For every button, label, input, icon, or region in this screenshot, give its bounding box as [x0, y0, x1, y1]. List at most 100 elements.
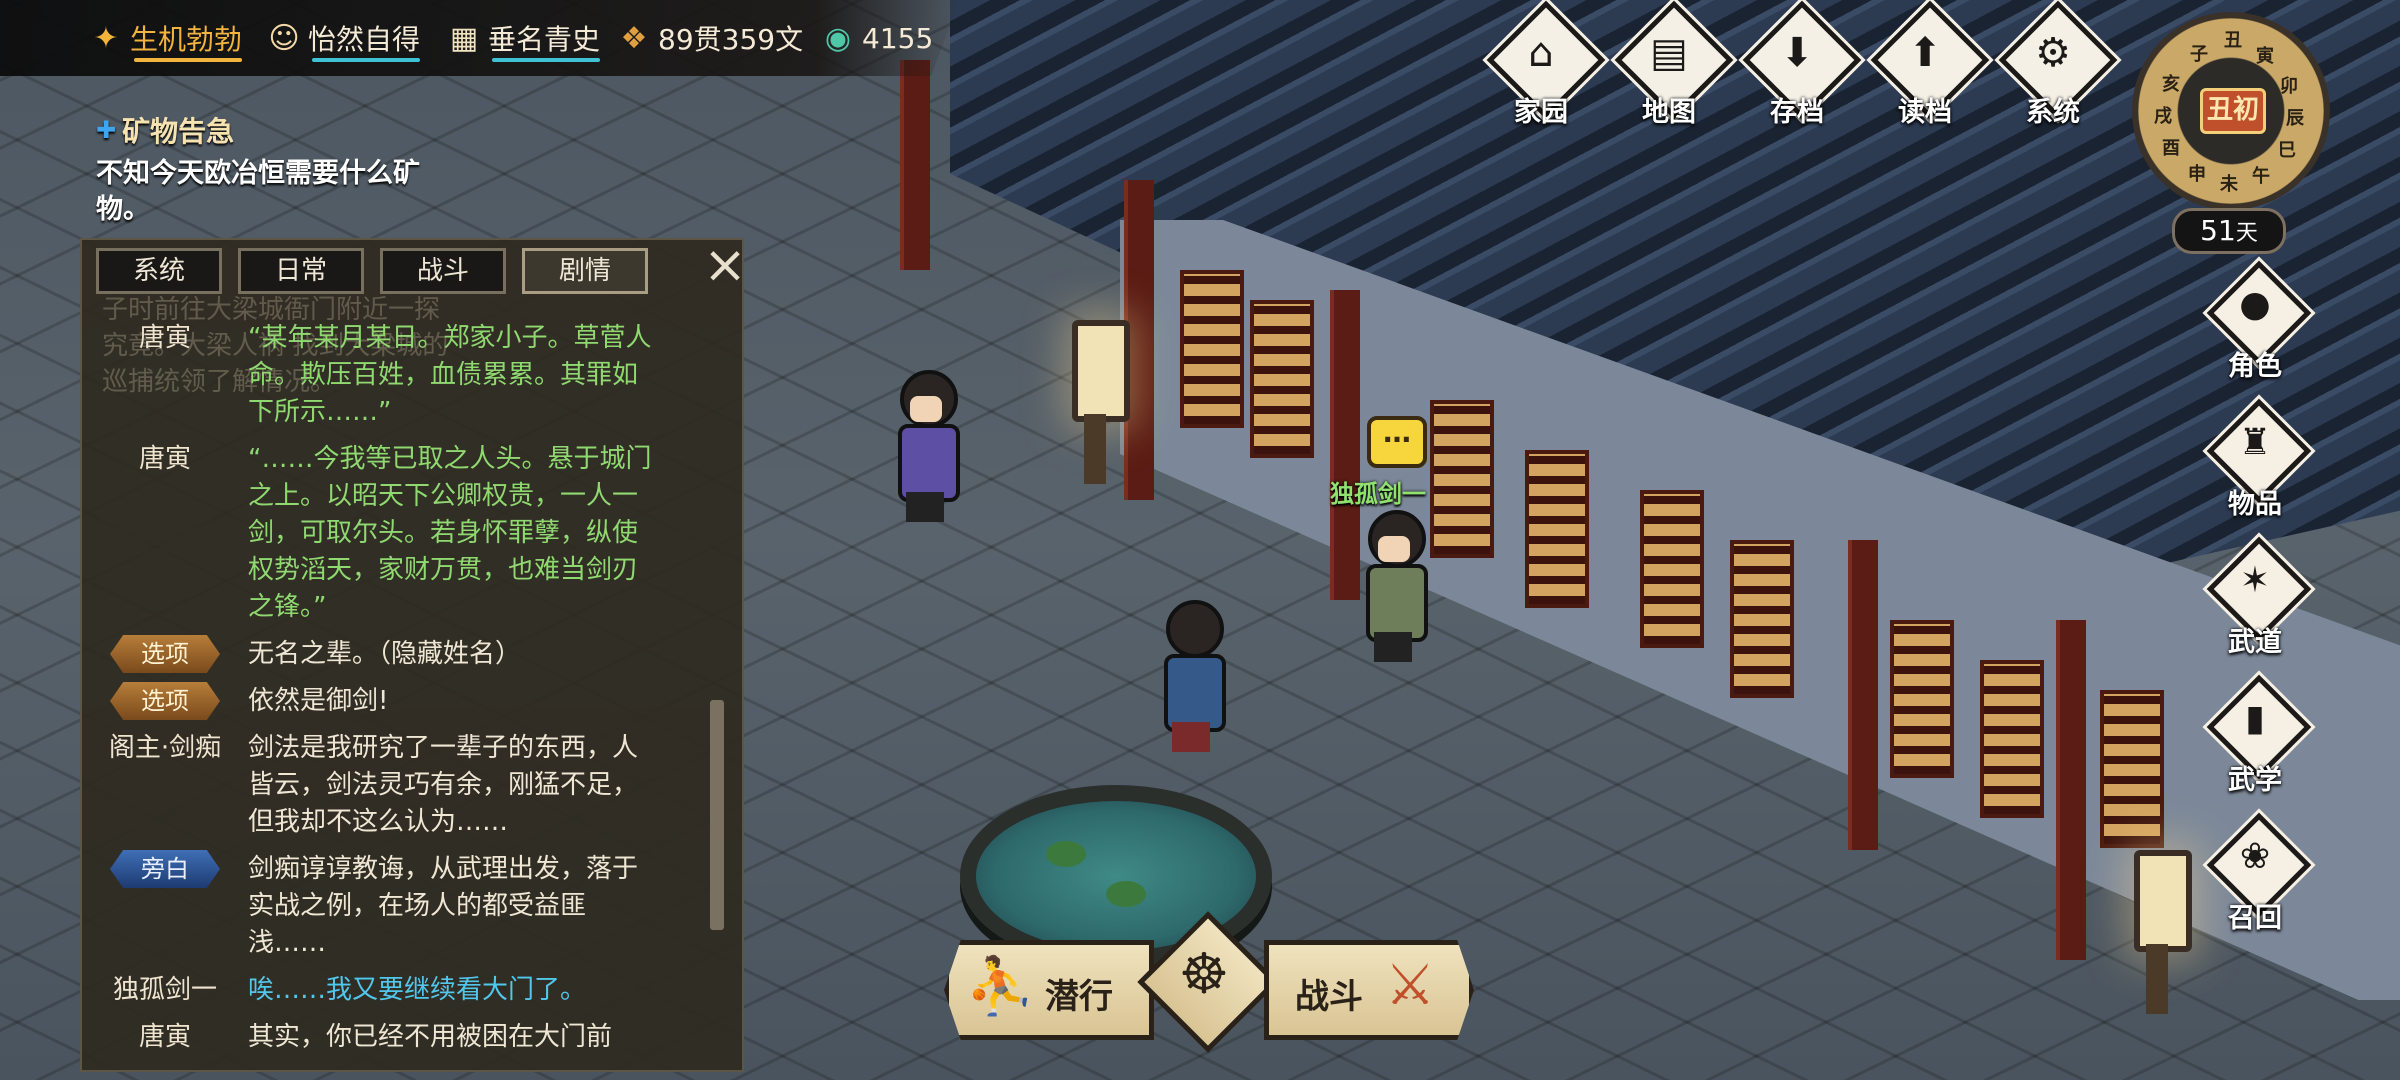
load-button[interactable]: ⬆ 读档 — [1870, 0, 1990, 128]
entry-text: “某年某月某日。郑家小子。草菅人命。欺压百姓，血债累累。其罪如下所示……” — [248, 323, 652, 427]
health-status[interactable]: ✦ 生机勃勃 — [86, 18, 242, 62]
quest-tracker[interactable]: ✚ 矿物告急 不知今天欧冶恒需要什么矿物。 — [96, 110, 426, 228]
tab-daily[interactable]: 日常 — [238, 248, 364, 294]
meditate-button[interactable]: ☸ — [1137, 911, 1279, 1053]
character-legs — [1172, 722, 1210, 752]
speaker-name: 唐寅 — [138, 323, 191, 353]
clock-tick: 戌 — [2154, 106, 2172, 127]
clock-tick: 丑 — [2224, 30, 2242, 51]
strength-icon: ✦ — [93, 20, 119, 56]
lily-pad — [1046, 841, 1086, 867]
log-entry: 独孤剑一 唉……我又要继续看大门了。 — [82, 972, 722, 1009]
quest-title: 矿物告急 — [122, 115, 235, 148]
entry-text: 无名之辈。（隐藏姓名） — [248, 639, 522, 669]
sneak-button[interactable]: ⛹ 潜行 — [944, 940, 1154, 1040]
mood-status[interactable]: ☺ 怡然自得 — [264, 18, 421, 62]
fame-status[interactable]: ▦ 垂名青史 — [444, 18, 600, 62]
character-body — [1366, 564, 1428, 642]
system-label: 系统 — [2026, 97, 2080, 128]
money-display: ❖ 89贯359文 — [614, 18, 804, 58]
message-log-panel[interactable]: 子时前往大梁城衙门附近一探究竟。大梁人祸 找到大梁城的巡捕统领了解情况。 系统 … — [80, 238, 747, 1072]
narration-badge: 旁白 — [110, 850, 220, 888]
home-label: 家园 — [1514, 97, 1568, 128]
pillar — [1330, 290, 1360, 600]
copper-coin-icon: ❖ — [620, 20, 648, 56]
log-entry: 阁主·剑痴 剑法是我研究了一辈子的东西，人皆云，剑法灵巧有余，刚猛不足，但我却不… — [82, 730, 722, 841]
speech-bubble-icon[interactable]: … — [1367, 416, 1427, 468]
log-entry-option: 选项 无名之辈。（隐藏姓名） — [82, 635, 722, 673]
entry-text: 依然是御剑! — [248, 686, 389, 716]
tab-combat[interactable]: 战斗 — [380, 248, 506, 294]
sneak-icon: ⛹ — [965, 954, 1035, 1019]
log-scrollbar[interactable] — [710, 700, 724, 930]
speaker-name: 独孤剑一 — [112, 975, 217, 1005]
option-badge: 选项 — [110, 635, 220, 673]
day-counter: 51天 — [2172, 208, 2286, 254]
constellation-icon: ✶ — [2239, 560, 2271, 601]
map-button[interactable]: ▤ 地图 — [1614, 0, 1734, 128]
jade-icon: ◉ — [824, 20, 852, 56]
lattice-window — [1640, 490, 1704, 648]
lattice-window — [1890, 620, 1954, 778]
entry-text: 其实，你已经不用被困在大门前 — [248, 1022, 613, 1052]
stone-lantern — [2134, 850, 2192, 1014]
character-legs — [1374, 632, 1412, 662]
quest-description: 不知今天欧冶恒需要什么矿物。 — [96, 158, 420, 225]
log-entries: 唐寅 “某年某月某日。郑家小子。草菅人命。欺压百姓，血债累累。其罪如下所示……”… — [82, 320, 722, 1066]
character-body — [898, 424, 960, 502]
character-legs — [906, 492, 944, 522]
items-label: 物品 — [2228, 489, 2282, 520]
load-icon: ⬆ — [1908, 30, 1942, 76]
save-icon: ⬇ — [1780, 30, 1814, 76]
stone-lantern — [1072, 320, 1130, 484]
save-label: 存档 — [1770, 97, 1824, 128]
study-label: 武学 — [2228, 765, 2282, 796]
speaker-name: 阁主·剑痴 — [108, 733, 222, 763]
character-face — [1378, 536, 1410, 562]
book-icon: ▮ — [2245, 698, 2265, 739]
health-bar — [134, 58, 242, 62]
mood-status-label: 怡然自得 — [308, 23, 421, 56]
entry-text: 剑法是我研究了一辈子的东西，人皆云，剑法灵巧有余，刚猛不足，但我却不这么认为…… — [248, 733, 639, 837]
clock-tick: 午 — [2252, 166, 2270, 187]
lily-pad — [1106, 881, 1146, 907]
lattice-window — [1180, 270, 1244, 428]
log-entry-narration: 旁白 剑痴谆谆教诲，从武理出发，落于实战之例，在场人的都受益匪浅…… — [82, 850, 722, 962]
clock-tick: 卯 — [2280, 76, 2298, 97]
pillar — [1848, 540, 1878, 850]
mood-face-icon: ☺ — [268, 20, 300, 56]
clock-tick: 辰 — [2286, 108, 2304, 129]
home-icon: ⌂ — [1528, 30, 1554, 76]
map-label: 地图 — [1642, 97, 1696, 128]
summon-button[interactable]: ❀ 召回 — [2200, 812, 2312, 942]
martial-button[interactable]: ✶ 武道 — [2200, 536, 2312, 666]
fame-scroll-icon: ▦ — [449, 20, 479, 56]
items-button[interactable]: ♜ 物品 — [2200, 398, 2312, 528]
log-tabs: 系统 日常 战斗 剧情 — [96, 248, 648, 294]
log-entry: 唐寅 “……今我等已取之人头。悬于城门之上。以昭天下公卿权贵，一人一剑，可取尔头… — [82, 441, 722, 626]
player-character[interactable] — [1156, 600, 1226, 752]
load-label: 读档 — [1898, 97, 1952, 128]
tab-story[interactable]: 剧情 — [522, 248, 648, 294]
tab-system[interactable]: 系统 — [96, 248, 222, 294]
character-button[interactable]: ● 角色 — [2200, 260, 2312, 390]
action-bar: ⛹ 潜行 ☸ 战斗 ⚔ — [944, 911, 1474, 1053]
fight-button[interactable]: 战斗 ⚔ — [1264, 940, 1474, 1040]
close-icon[interactable]: × — [698, 239, 752, 294]
home-button[interactable]: ⌂ 家园 — [1486, 0, 1606, 128]
npc-dugu-jianyi[interactable] — [1358, 510, 1428, 662]
map-icon: ▤ — [1650, 30, 1688, 76]
time-label: 丑初 — [2200, 88, 2266, 134]
meditate-icon: ☸ — [1178, 942, 1230, 1007]
speaker-name: 唐寅 — [138, 1022, 191, 1052]
character-body — [1164, 654, 1226, 732]
save-button[interactable]: ⬇ 存档 — [1742, 0, 1862, 128]
fame-bar — [492, 58, 600, 62]
study-button[interactable]: ▮ 武学 — [2200, 674, 2312, 804]
lattice-window — [1980, 660, 2044, 818]
lattice-window — [1730, 540, 1794, 698]
day-count: 51 — [2200, 214, 2236, 247]
system-button[interactable]: ⚙ 系统 — [1998, 0, 2118, 128]
quest-title-row: ✚ 矿物告急 — [96, 110, 426, 150]
npc-purple-robe[interactable] — [890, 370, 960, 522]
